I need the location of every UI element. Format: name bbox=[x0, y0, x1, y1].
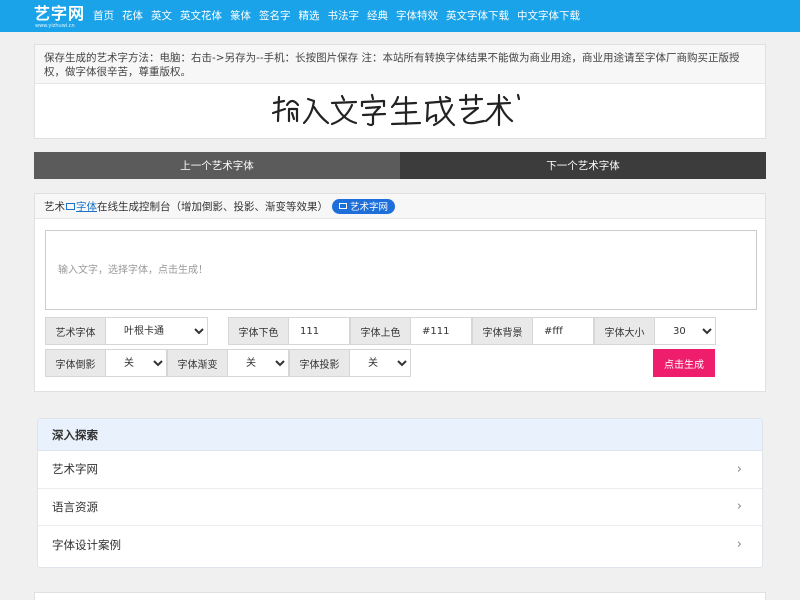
top-navbar: 艺字网 www.yizhuwi.cn 首页 花体 英文 英文花体 篆体 签名字 … bbox=[0, 0, 800, 32]
size-label: 字体大小 bbox=[594, 317, 655, 345]
background-input[interactable] bbox=[533, 317, 594, 345]
nav-item-chinese-download[interactable]: 中文字体下载 bbox=[517, 0, 580, 32]
generate-button[interactable]: 点击生成 bbox=[653, 349, 715, 377]
size-select[interactable]: 30 bbox=[655, 317, 716, 345]
nav-item-calligraphy[interactable]: 书法字 bbox=[328, 0, 360, 32]
site-logo[interactable]: 艺字网 www.yizhuwi.cn bbox=[34, 4, 88, 30]
save-instructions: 保存生成的艺术字方法：电脑：右击->另存为--手机：长按图片保存 注：本站所有转… bbox=[35, 45, 765, 84]
chevron-right-icon: › bbox=[736, 537, 742, 553]
text-input[interactable] bbox=[45, 230, 757, 310]
gradient-label: 字体渐变 bbox=[167, 349, 228, 377]
nav-item-english-flower[interactable]: 英文花体 bbox=[180, 0, 222, 32]
bottom-panel bbox=[34, 592, 766, 600]
explore-title: 深入探索 bbox=[38, 419, 762, 451]
font-label: 艺术字体 bbox=[45, 317, 106, 345]
nav-item-flower[interactable]: 花体 bbox=[122, 0, 143, 32]
nav-item-classic[interactable]: 经典 bbox=[367, 0, 388, 32]
next-font-button[interactable]: 下一个艺术字体 bbox=[400, 152, 766, 179]
nav-item-featured[interactable]: 精选 bbox=[299, 0, 320, 32]
art-preview bbox=[35, 84, 765, 138]
image-icon bbox=[66, 202, 75, 210]
chevron-right-icon: › bbox=[736, 461, 742, 477]
explore-item[interactable]: 字体设计案例 › bbox=[38, 526, 762, 564]
top-color-input[interactable] bbox=[411, 317, 472, 345]
nav-item-home[interactable]: 首页 bbox=[93, 0, 114, 32]
art-text-image bbox=[271, 91, 530, 127]
main-nav: 首页 花体 英文 英文花体 篆体 签名字 精选 书法字 经典 字体特效 英文字体… bbox=[93, 0, 588, 32]
logo-main-text: 艺字网 bbox=[34, 4, 86, 23]
header-suffix: 在线生成控制台（增加倒影、投影、渐变等效果） bbox=[97, 200, 328, 213]
reflection-label: 字体倒影 bbox=[45, 349, 106, 377]
nav-item-effects[interactable]: 字体特效 bbox=[396, 0, 438, 32]
options-row-1: 艺术字体 叶根卡通 字体下色 字体上色 字体背景 字体大小 30 bbox=[45, 317, 716, 345]
bottom-color-label: 字体下色 bbox=[228, 317, 289, 345]
header-font-link[interactable]: 字体 bbox=[76, 199, 97, 214]
options-row-2: 字体倒影 关 字体渐变 关 字体投影 关 bbox=[45, 349, 411, 377]
notice-panel: 保存生成的艺术字方法：电脑：右击->另存为--手机：长按图片保存 注：本站所有转… bbox=[34, 44, 766, 139]
explore-panel: 深入探索 艺术字网 › 语言资源 › 字体设计案例 › bbox=[37, 418, 763, 568]
site-badge[interactable]: 艺术字网 bbox=[332, 198, 396, 214]
chevron-right-icon: › bbox=[736, 499, 742, 515]
reflection-select[interactable]: 关 bbox=[106, 349, 167, 377]
badge-label: 艺术字网 bbox=[350, 202, 389, 213]
nav-item-signature[interactable]: 签名字 bbox=[259, 0, 291, 32]
generator-header: 艺术 字体 在线生成控制台（增加倒影、投影、渐变等效果） 艺术字网 bbox=[35, 194, 765, 219]
nav-item-english[interactable]: 英文 bbox=[151, 0, 172, 32]
image-icon bbox=[339, 203, 347, 209]
prev-font-button[interactable]: 上一个艺术字体 bbox=[34, 152, 400, 179]
nav-item-seal[interactable]: 篆体 bbox=[230, 0, 251, 32]
explore-item[interactable]: 语言资源 › bbox=[38, 489, 762, 526]
prev-next-bar: 上一个艺术字体 下一个艺术字体 bbox=[34, 152, 766, 179]
generator-panel: 艺术 字体 在线生成控制台（增加倒影、投影、渐变等效果） 艺术字网 艺术字体 叶… bbox=[34, 193, 766, 392]
nav-item-english-download[interactable]: 英文字体下载 bbox=[446, 0, 509, 32]
background-label: 字体背景 bbox=[472, 317, 533, 345]
header-prefix: 艺术 bbox=[44, 200, 65, 213]
gradient-select[interactable]: 关 bbox=[228, 349, 289, 377]
logo-sub-text: www.yizhuwi.cn bbox=[35, 23, 75, 29]
explore-item[interactable]: 艺术字网 › bbox=[38, 451, 762, 489]
explore-item-label: 艺术字网 bbox=[52, 462, 98, 477]
font-select[interactable]: 叶根卡通 bbox=[106, 317, 208, 345]
bottom-color-input[interactable] bbox=[289, 317, 350, 345]
top-color-label: 字体上色 bbox=[350, 317, 411, 345]
shadow-select[interactable]: 关 bbox=[350, 349, 411, 377]
explore-item-label: 语言资源 bbox=[52, 499, 98, 514]
shadow-label: 字体投影 bbox=[289, 349, 350, 377]
explore-item-label: 字体设计案例 bbox=[52, 537, 121, 552]
